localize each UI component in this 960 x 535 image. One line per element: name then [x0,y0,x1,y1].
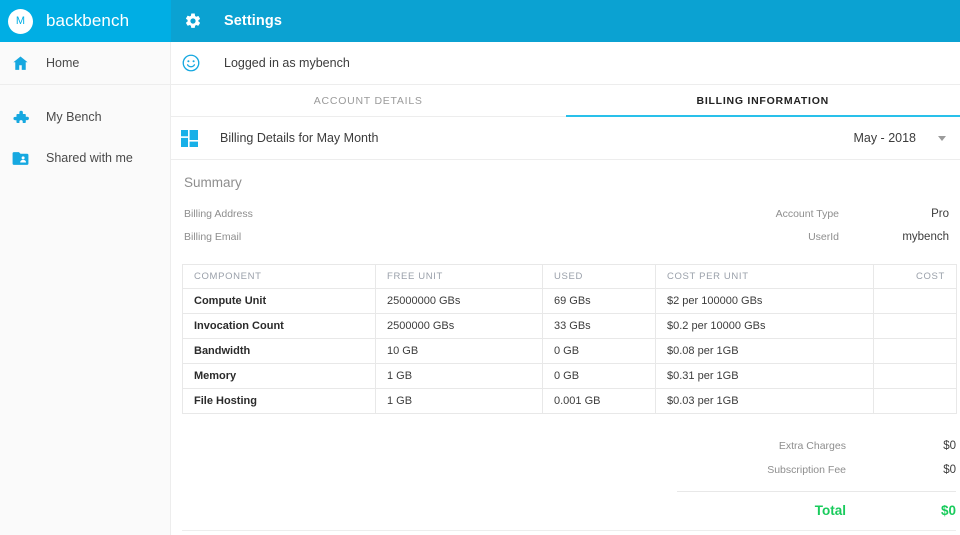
column-header-cost-per-unit: COST PER UNIT [656,265,874,289]
billing-table: COMPONENT FREE UNIT USED COST PER UNIT C… [182,264,957,414]
chevron-down-icon [938,136,946,141]
extra-charges-row: Extra Charges $0 [182,434,956,458]
smiley-face-icon [181,53,201,73]
billing-header-row: Billing Details for May Month May - 2018 [171,117,960,160]
cell-cost-per-unit: $0.2 per 10000 GBs [656,314,874,339]
cell-used: 0 GB [543,364,656,389]
page-title: Settings [224,13,282,29]
cell-used: 0.001 GB [543,389,656,414]
extra-charges-label: Extra Charges [779,440,846,452]
userid-value: mybench [839,231,949,243]
subscription-fee-label: Subscription Fee [767,464,846,476]
sidebar-item-label: Shared with me [46,151,133,165]
cell-free-unit: 1 GB [376,389,543,414]
cell-cost [874,339,957,364]
userid-label: UserId [808,231,839,243]
cell-cost [874,289,957,314]
column-header-used: USED [543,265,656,289]
cell-cost-per-unit: $0.08 per 1GB [656,339,874,364]
bottom-divider [182,530,956,531]
main-content: Logged in as mybench ACCOUNT DETAILS BIL… [171,42,960,535]
totals-block: Extra Charges $0 Subscription Fee $0 Tot… [182,434,956,531]
column-header-cost: COST [874,265,957,289]
summary-row: Billing Address Account Type Pro [182,202,949,225]
account-type-value: Pro [839,208,949,220]
sidebar-item-label: Home [46,56,79,70]
summary-grid: Billing Address Account Type Pro Billing… [182,202,949,248]
total-row: Total $0 [182,492,956,528]
cell-component: Bandwidth [183,339,376,364]
total-label: Total [815,503,846,518]
puzzle-piece-icon [9,106,31,128]
cell-cost-per-unit: $0.31 per 1GB [656,364,874,389]
shared-folder-icon [9,147,31,169]
account-type-label: Account Type [776,208,839,220]
cell-used: 69 GBs [543,289,656,314]
table-row: Invocation Count 2500000 GBs 33 GBs $0.2… [183,314,957,339]
sidebar-item-shared-with-me[interactable]: Shared with me [0,139,170,177]
cell-component: File Hosting [183,389,376,414]
cell-component: Invocation Count [183,314,376,339]
period-dropdown-value: May - 2018 [853,131,916,145]
home-icon [9,52,31,74]
cell-used: 33 GBs [543,314,656,339]
billing-content: Summary Billing Address Account Type Pro… [171,160,960,535]
cell-cost-per-unit: $0.03 per 1GB [656,389,874,414]
billing-email-label: Billing Email [184,231,241,243]
tab-billing-information[interactable]: BILLING INFORMATION [566,85,960,117]
sidebar-item-my-bench[interactable]: My Bench [0,95,170,139]
cell-cost [874,314,957,339]
cell-cost [874,364,957,389]
table-row: File Hosting 1 GB 0.001 GB $0.03 per 1GB [183,389,957,414]
table-body: Compute Unit 25000000 GBs 69 GBs $2 per … [183,289,957,414]
table-header-row: COMPONENT FREE UNIT USED COST PER UNIT C… [183,265,957,289]
subscription-fee-row: Subscription Fee $0 [182,458,956,482]
subscription-fee-value: $0 [846,464,956,476]
brand-name: backbench [46,11,129,31]
cell-free-unit: 2500000 GBs [376,314,543,339]
table-row: Bandwidth 10 GB 0 GB $0.08 per 1GB [183,339,957,364]
top-bar: M backbench Settings [0,0,960,42]
settings-billing-page: M backbench Settings Home [0,0,960,535]
sidebar-item-label: My Bench [46,110,102,124]
dashboard-grid-icon [181,130,198,147]
cell-used: 0 GB [543,339,656,364]
top-bar-title-area: Settings [171,0,960,42]
total-value: $0 [846,503,956,518]
cell-component: Memory [183,364,376,389]
summary-heading: Summary [182,175,949,190]
cell-free-unit: 25000000 GBs [376,289,543,314]
sidebar-item-home[interactable]: Home [0,42,170,85]
body: Home My Bench Shared w [0,42,960,535]
sidebar: Home My Bench Shared w [0,42,171,535]
column-header-component: COMPONENT [183,265,376,289]
tab-bar: ACCOUNT DETAILS BILLING INFORMATION [171,85,960,117]
logged-in-bar: Logged in as mybench [171,42,960,85]
column-header-free-unit: FREE UNIT [376,265,543,289]
cell-cost [874,389,957,414]
avatar: M [8,9,33,34]
gear-icon[interactable] [184,12,202,30]
cell-free-unit: 1 GB [376,364,543,389]
cell-cost-per-unit: $2 per 100000 GBs [656,289,874,314]
table-row: Compute Unit 25000000 GBs 69 GBs $2 per … [183,289,957,314]
table-row: Memory 1 GB 0 GB $0.31 per 1GB [183,364,957,389]
period-dropdown[interactable]: May - 2018 [853,131,950,145]
tab-active-underline [566,115,960,117]
summary-row: Billing Email UserId mybench [182,225,949,248]
cell-free-unit: 10 GB [376,339,543,364]
cell-component: Compute Unit [183,289,376,314]
logged-in-label: Logged in as mybench [224,56,350,70]
brand-area[interactable]: M backbench [0,0,171,42]
tab-account-details[interactable]: ACCOUNT DETAILS [171,85,566,117]
extra-charges-value: $0 [846,440,956,452]
billing-details-title: Billing Details for May Month [220,131,378,145]
billing-address-label: Billing Address [184,208,253,220]
